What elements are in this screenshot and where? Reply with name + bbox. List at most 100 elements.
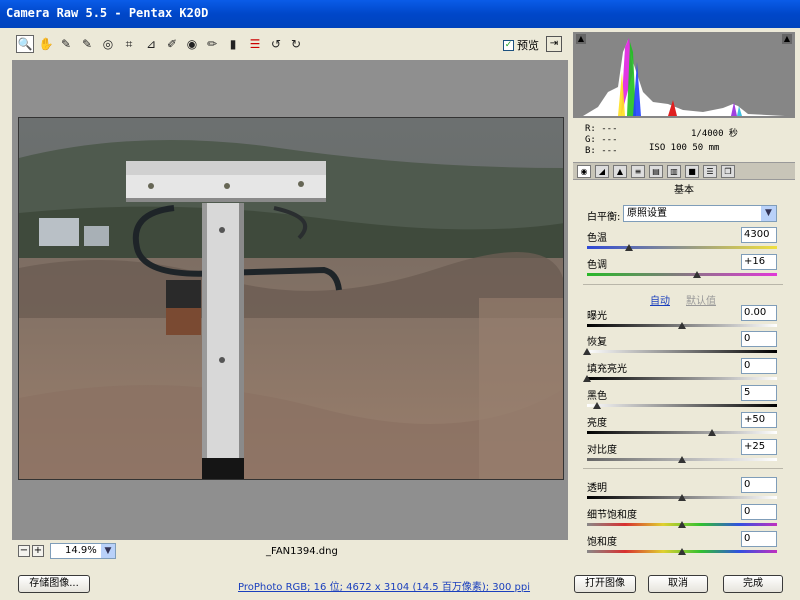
hand-icon[interactable]: ✋ [37,35,55,53]
photo-preview[interactable] [18,117,564,480]
fill-value-field[interactable]: 0 [741,358,777,374]
temp-label: 色温 [587,233,607,244]
brightness-label: 亮度 [587,418,607,429]
rotate-left-icon[interactable]: ↺ [267,35,285,53]
filename-label: _FAN1394.dng [266,546,338,557]
divider [583,468,783,469]
tint-slider[interactable] [587,271,777,278]
color-sampler-icon[interactable]: ✎ [78,35,96,53]
exposure-slider-thumb[interactable] [678,322,686,329]
image-preview-area[interactable] [12,60,568,540]
blacks-value-field[interactable]: 5 [741,385,777,401]
shutter-speed: 1/4000 秒 [691,129,738,139]
recovery-slider[interactable] [583,348,777,355]
chevron-down-icon: ▼ [761,206,776,221]
zoom-in-button[interactable]: + [32,545,44,557]
rotate-right-icon[interactable]: ↻ [287,35,305,53]
chevron-down-icon: ▼ [101,544,115,558]
preferences-icon[interactable]: ☰ [246,35,264,53]
zoom-out-button[interactable]: − [18,545,30,557]
tab-hsl[interactable]: ≡ [631,165,645,178]
white-balance-label: 白平衡: [587,212,621,223]
zoom-value: 14.9% [65,545,97,556]
tab-presets[interactable]: ☰ [703,165,717,178]
exposure-label: 曝光 [587,311,607,322]
tab-lens[interactable]: ▥ [667,165,681,178]
red-readout: R: --- [585,124,618,134]
exposure-value-field[interactable]: 0.00 [741,305,777,321]
temp-value-field[interactable]: 4300 [741,227,777,243]
saturation-slider[interactable] [587,548,777,555]
cancel-button[interactable]: 取消 [648,575,708,593]
tint-label: 色调 [587,260,607,271]
tab-camera-calibration[interactable]: ■ [685,165,699,178]
recovery-slider-thumb[interactable] [583,348,591,355]
photo-image [19,118,563,479]
done-button[interactable]: 完成 [723,575,783,593]
contrast-label: 对比度 [587,445,617,456]
tab-tone-curve[interactable]: ◢ [595,165,609,178]
tab-split-toning[interactable]: ▤ [649,165,663,178]
saturation-slider-thumb[interactable] [678,548,686,555]
vibrance-slider-thumb[interactable] [678,521,686,528]
preview-label: 预览 [517,39,539,52]
blue-readout: B: --- [585,146,618,156]
tint-value-field[interactable]: +16 [741,254,777,270]
clarity-slider-thumb[interactable] [678,494,686,501]
blacks-slider-thumb[interactable] [592,402,601,409]
fill-slider-thumb[interactable] [583,375,591,382]
crop-icon[interactable]: ⌗ [120,35,138,53]
zoom-icon[interactable]: 🔍 [16,35,34,53]
tab-snapshots[interactable]: ❐ [721,165,735,178]
temp-slider-thumb[interactable] [624,244,633,251]
divider [583,284,783,285]
preview-checkbox[interactable]: ✓ [503,39,514,51]
blacks-slider[interactable] [587,402,777,409]
clarity-slider[interactable] [587,494,777,501]
blacks-label: 黑色 [587,391,607,402]
brightness-slider[interactable] [587,429,777,436]
brightness-value-field[interactable]: +50 [741,412,777,428]
adjustment-brush-icon[interactable]: ✏ [203,35,221,53]
recovery-value-field[interactable]: 0 [741,331,777,347]
eyedropper-icon[interactable]: ✎ [57,35,75,53]
basic-panel: 白平衡: 原照设置 ▼ 自动 默认值 色温 4300 色调 +16 曝光 0.00 恢复 0 填… [573,197,795,557]
white-balance-value: 原照设置 [627,208,667,219]
contrast-slider[interactable] [587,456,777,463]
straighten-icon[interactable]: ⊿ [142,35,160,53]
viewer-footer: − + 14.9% ▼ _FAN1394.dng [12,541,568,563]
panel-title: 基本 [674,185,694,196]
tab-detail[interactable]: ▲ [613,165,627,178]
temp-slider[interactable] [587,244,777,251]
vibrance-value-field[interactable]: 0 [741,504,777,520]
clarity-value-field[interactable]: 0 [741,477,777,493]
clarity-label: 透明 [587,483,607,494]
window-title: Camera Raw 5.5 - Pentax K20D [0,0,800,28]
fill-label: 填充亮光 [587,364,627,375]
white-balance-select[interactable]: 原照设置 ▼ [623,205,777,222]
tab-basic[interactable]: ◉ [577,165,591,178]
brightness-slider-thumb[interactable] [708,429,717,436]
save-image-button[interactable]: 存储图像... [18,575,90,593]
contrast-slider-thumb[interactable] [678,456,686,463]
saturation-value-field[interactable]: 0 [741,531,777,547]
contrast-value-field[interactable]: +25 [741,439,777,455]
preview-toggle[interactable]: ✓ 预览 [503,37,539,53]
workflow-options-link[interactable]: ProPhoto RGB; 16 位; 4672 x 3104 (14.5 百万… [238,578,530,593]
toolbar: ✓ 预览 ⇥ 🔍 ✋ ✎ ✎ ◎ ⌗ ⊿ ✐ ◉ ✏ ▮ ☰ ↺ ↻ [12,33,568,57]
red-eye-icon[interactable]: ◉ [183,35,201,53]
histogram: ▲ ▲ [573,32,795,118]
graduated-filter-icon[interactable]: ▮ [224,35,242,53]
open-image-button[interactable]: 打开图像 [574,575,636,593]
auto-link[interactable]: 自动 [650,292,670,307]
zoom-select[interactable]: 14.9% ▼ [50,543,116,559]
vibrance-label: 细节饱和度 [587,510,637,521]
default-link[interactable]: 默认值 [686,292,716,307]
fullscreen-icon[interactable]: ⇥ [546,36,562,52]
tint-slider-thumb[interactable] [693,271,702,278]
fill-slider[interactable] [583,375,777,382]
spot-removal-icon[interactable]: ✐ [163,35,181,53]
target-adjust-icon[interactable]: ◎ [99,35,117,53]
exposure-slider[interactable] [587,322,777,329]
vibrance-slider[interactable] [587,521,777,528]
